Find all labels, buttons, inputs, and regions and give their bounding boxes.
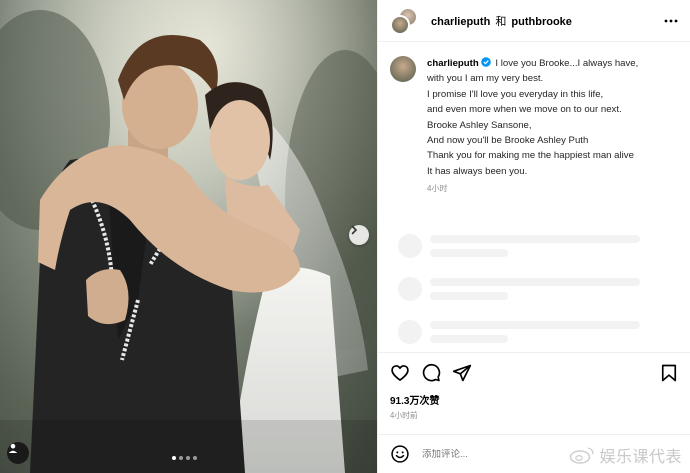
- caption-line: It has always been you.: [427, 165, 528, 177]
- caption-line: I promise I'll love you everyday in this…: [427, 88, 604, 100]
- post-actions: 91.3万次赞 4小时前: [378, 352, 690, 421]
- post-caption: charlieputh I love you Brooke...I always…: [378, 42, 690, 197]
- comment-icon[interactable]: [421, 363, 441, 383]
- weibo-logo-icon: [570, 447, 595, 464]
- authors-conjunction: 和: [495, 15, 507, 28]
- skeleton-avatar: [398, 276, 422, 301]
- skeleton-line: [430, 320, 640, 329]
- action-bar: [390, 361, 679, 385]
- carousel-dot: [186, 456, 190, 460]
- post-authors: charlieputh 和 puthbrooke: [431, 13, 572, 29]
- tagged-users-button[interactable]: [7, 442, 29, 464]
- caption-line: and even more when we move on to our nex…: [427, 104, 622, 116]
- caption-body: charlieputh I love you Brooke...I always…: [427, 56, 638, 197]
- skeleton-line: [430, 234, 640, 243]
- wedding-photo-illustration: [0, 0, 377, 473]
- like-count[interactable]: 91.3万次赞: [390, 392, 679, 407]
- share-icon[interactable]: [452, 363, 472, 383]
- skeleton-avatar: [398, 319, 422, 344]
- watermark-text: 娱乐课代表: [599, 447, 682, 466]
- carousel-dot: [179, 456, 183, 460]
- comment-skeleton: [398, 310, 640, 353]
- weibo-watermark: 娱乐课代表: [569, 443, 682, 467]
- author-link-puthbrooke[interactable]: puthbrooke: [511, 16, 572, 28]
- avatar[interactable]: [390, 56, 416, 82]
- post-detail-panel: charlieputh 和 puthbrooke charlieputh I l…: [377, 0, 690, 473]
- comment-input[interactable]: [422, 448, 562, 460]
- heart-icon[interactable]: [390, 363, 410, 383]
- skeleton-avatar: [398, 233, 422, 258]
- caption-username[interactable]: charlieputh: [427, 58, 479, 69]
- post-photo[interactable]: [0, 0, 377, 473]
- author-link-charlieputh[interactable]: charlieputh: [431, 16, 490, 28]
- post-header: charlieputh 和 puthbrooke: [378, 0, 690, 42]
- verified-badge-icon: [480, 57, 491, 67]
- carousel-dot: [172, 456, 176, 460]
- bookmark-icon[interactable]: [659, 363, 679, 383]
- tagged-user-icon: [8, 443, 18, 453]
- skeleton-line: [430, 277, 640, 286]
- avatar-charlieputh[interactable]: [390, 14, 410, 35]
- chevron-right-icon: [351, 225, 358, 235]
- caption-line: Thank you for making me the happiest man…: [427, 150, 634, 162]
- collab-avatars[interactable]: [390, 6, 418, 35]
- skeleton-line: [430, 334, 508, 343]
- emoji-icon[interactable]: [390, 444, 410, 464]
- carousel-dot: [193, 456, 197, 460]
- comment-skeleton: [398, 267, 640, 310]
- carousel-indicator: [172, 456, 197, 460]
- caption-timestamp: 4小时: [427, 184, 448, 194]
- caption-line: Brooke Ashley Sansone,: [427, 119, 532, 131]
- skeleton-line: [430, 248, 508, 257]
- post-timestamp: 4小时前: [390, 411, 418, 420]
- more-horizontal-icon[interactable]: [664, 15, 678, 27]
- carousel-next-button[interactable]: [349, 225, 369, 245]
- comments-loading: [398, 224, 640, 353]
- caption-line: And now you'll be Brooke Ashley Puth: [427, 135, 589, 147]
- comment-skeleton: [398, 224, 640, 267]
- skeleton-line: [430, 291, 508, 300]
- caption-line: I love you Brooke...I always have,: [495, 58, 639, 69]
- caption-line: with you I am my very best.: [427, 73, 544, 85]
